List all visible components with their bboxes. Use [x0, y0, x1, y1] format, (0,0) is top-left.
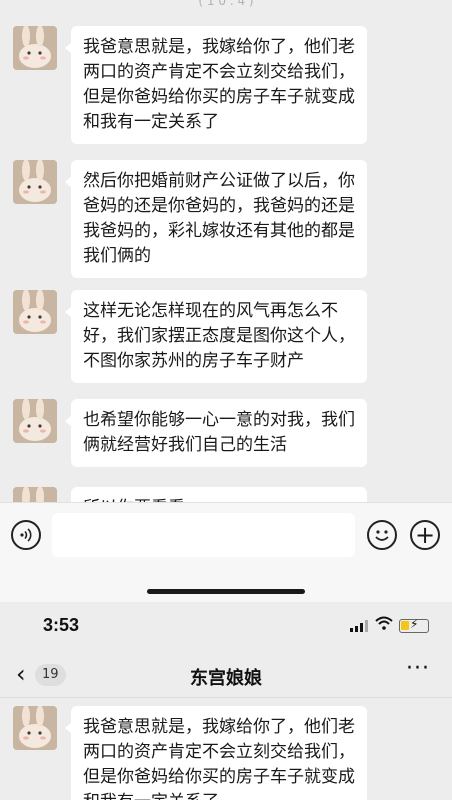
partial-timestamp: ( 1 0 . 4 ) — [198, 0, 254, 8]
avatar[interactable] — [13, 487, 57, 502]
message-bubble[interactable]: 这样无论怎样现在的风气再怎么不好，我们家摆正态度是图你这个人，不图你家苏州的房子… — [65, 290, 367, 383]
avatar[interactable] — [13, 706, 57, 750]
signal-icon — [350, 620, 368, 632]
bunny-avatar-icon — [13, 160, 57, 204]
avatar[interactable] — [13, 290, 57, 334]
wifi-icon — [375, 616, 393, 630]
more-icon[interactable]: ··· — [406, 656, 430, 681]
avatar[interactable] — [13, 160, 57, 204]
bunny-avatar-icon — [13, 290, 57, 334]
bunny-avatar-icon — [13, 399, 57, 443]
message-bubble[interactable]: 然后你把婚前财产公证做了以后，你爸妈的还是你爸妈的，我爸妈的还是我爸妈的，彩礼嫁… — [65, 160, 367, 278]
chat-title: 东宫娘娘 — [190, 668, 262, 689]
avatar[interactable] — [13, 399, 57, 443]
voice-wave-icon — [20, 528, 32, 542]
smiley-icon — [375, 530, 389, 541]
battery-icon: ⚡ — [399, 617, 429, 633]
bunny-avatar-icon — [13, 26, 57, 70]
home-indicator[interactable] — [147, 589, 305, 594]
input-bar: + — [0, 502, 452, 602]
second-screenshot: 3:53 ⚡ ‹ 19 东宫娘娘 ··· 我爸意思就是，我嫁给你了，他们老两口的… — [0, 602, 452, 800]
charging-bolt-icon: ⚡ — [410, 617, 419, 631]
chat-area-upper: ( 1 0 . 4 ) 我爸意思就是，我嫁给你了，他们老两口的资产肯定不会立刻交… — [0, 0, 452, 502]
avatar[interactable] — [13, 26, 57, 70]
message-bubble[interactable]: 我爸意思就是，我嫁给你了，他们老两口的资产肯定不会立刻交给我们，但是你爸妈给你买… — [65, 706, 367, 800]
bunny-avatar-icon — [13, 487, 57, 502]
message-bubble[interactable]: 我爸意思就是，我嫁给你了，他们老两口的资产肯定不会立刻交给我们，但是你爸妈给你买… — [65, 26, 367, 144]
status-bar: 3:53 ⚡ — [0, 602, 452, 648]
message-bubble[interactable]: 也希望你能够一心一意的对我，我们俩就经营好我们自己的生活 — [65, 399, 367, 467]
chat-header: ‹ 19 东宫娘娘 ··· — [0, 654, 452, 698]
status-time: 3:53 — [43, 615, 80, 635]
message-bubble[interactable]: 所以你要看看 — [71, 487, 367, 502]
message-input[interactable] — [52, 513, 355, 557]
battery-level — [401, 621, 409, 630]
bunny-avatar-icon — [13, 706, 57, 750]
voice-icon[interactable] — [11, 520, 41, 550]
emoji-icon[interactable] — [367, 520, 397, 550]
plus-icon[interactable]: + — [410, 520, 440, 550]
